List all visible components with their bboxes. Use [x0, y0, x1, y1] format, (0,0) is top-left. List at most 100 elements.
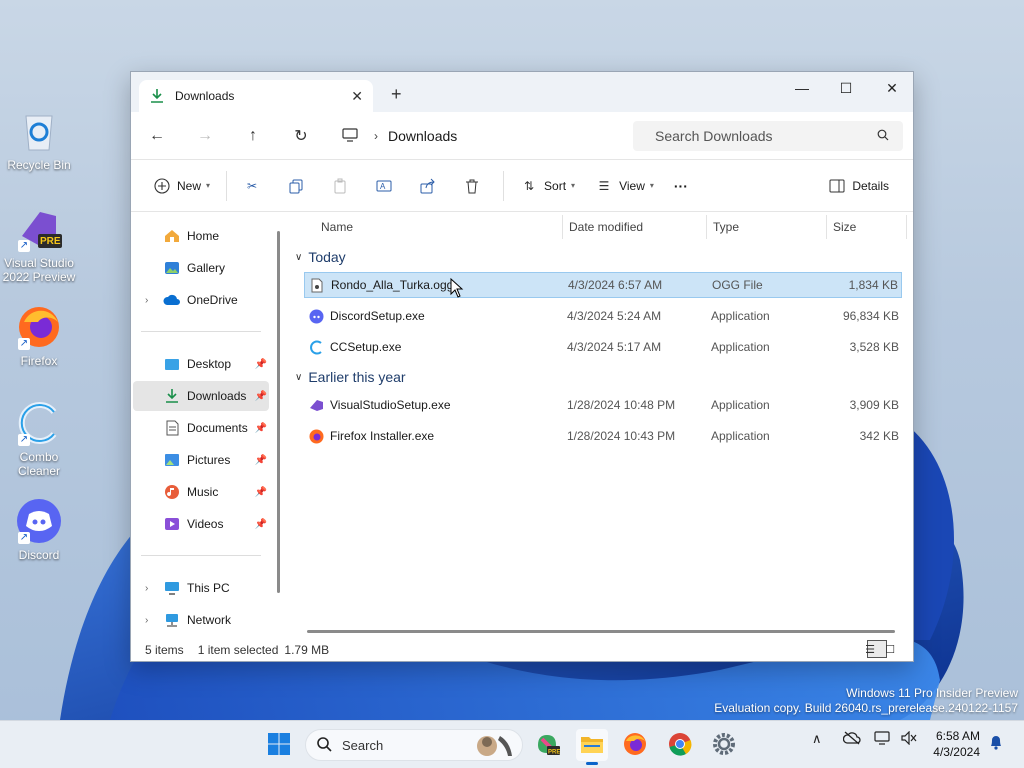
- delete-button[interactable]: [453, 170, 497, 202]
- folder-icon: [580, 734, 604, 757]
- nav-item-this-pc[interactable]: › This PC: [133, 573, 269, 603]
- share-button[interactable]: [409, 170, 453, 202]
- combo-cleaner-icon: ↗: [16, 400, 62, 446]
- file-date: 4/3/2024 5:24 AM: [567, 309, 662, 323]
- pin-icon[interactable]: 📌: [255, 519, 267, 530]
- tab-close-button[interactable]: ✕: [351, 88, 363, 105]
- pin-icon[interactable]: 📌: [255, 487, 267, 498]
- volume-muted-icon[interactable]: [901, 730, 917, 748]
- desktop-icon-discord[interactable]: ↗ Discord: [1, 498, 77, 562]
- pin-icon[interactable]: 📌: [255, 359, 267, 370]
- view-button-label: View: [619, 178, 645, 193]
- nav-item-label: Home: [187, 229, 220, 243]
- nav-item-downloads[interactable]: Downloads 📌: [133, 381, 269, 411]
- navigation-pane: Home Gallery › OneDrive Desktop 📌 Downlo…: [131, 213, 283, 639]
- paste-button[interactable]: [321, 170, 365, 202]
- taskbar-settings[interactable]: [708, 729, 740, 761]
- table-row[interactable]: CCSetup.exe 4/3/2024 5:17 AM Application…: [304, 334, 902, 360]
- column-divider[interactable]: [706, 215, 707, 239]
- file-date: 1/28/2024 10:43 PM: [567, 429, 676, 443]
- column-divider[interactable]: [826, 215, 827, 239]
- column-header-date-modified[interactable]: Date modified: [569, 220, 643, 234]
- taskbar-search[interactable]: Search: [305, 729, 523, 761]
- status-bar: 5 items 1 item selected 1.79 MB ☰ ☐: [131, 639, 913, 661]
- tiles-view-button[interactable]: ☐: [885, 640, 907, 658]
- maximize-button[interactable]: ☐: [823, 72, 869, 104]
- file-name: Rondo_Alla_Turka.ogg: [331, 278, 454, 292]
- nav-item-desktop[interactable]: Desktop 📌: [133, 349, 269, 379]
- horizontal-scrollbar[interactable]: [307, 630, 895, 633]
- pre-badge: PRE: [40, 236, 61, 247]
- nav-item-label: Pictures: [187, 453, 231, 467]
- copy-button[interactable]: [277, 170, 321, 202]
- group-header-today[interactable]: ∨ Today: [295, 249, 346, 265]
- taskbar-copilot-preview[interactable]: PRE: [531, 729, 563, 761]
- details-button[interactable]: Details: [818, 170, 899, 202]
- table-row[interactable]: Rondo_Alla_Turka.ogg 4/3/2024 6:57 AM OG…: [304, 272, 902, 298]
- details-view-button[interactable]: ☰: [865, 640, 887, 658]
- column-header-size[interactable]: Size: [833, 220, 856, 234]
- share-icon: [419, 177, 437, 195]
- breadcrumb-item-downloads[interactable]: Downloads: [388, 128, 457, 144]
- search-icon: [877, 129, 889, 144]
- nav-item-network[interactable]: › Network: [133, 605, 269, 635]
- show-hidden-icons-button[interactable]: ∧: [812, 731, 822, 747]
- start-button[interactable]: [263, 729, 295, 761]
- table-row[interactable]: VisualStudioSetup.exe 1/28/2024 10:48 PM…: [304, 392, 902, 418]
- refresh-button[interactable]: ↻: [283, 120, 319, 152]
- copy-icon: [287, 177, 305, 195]
- group-header-earlier-this-year[interactable]: ∨ Earlier this year: [295, 369, 406, 385]
- taskbar-firefox[interactable]: [619, 729, 651, 761]
- nav-scrollbar[interactable]: [277, 231, 280, 593]
- pin-icon[interactable]: 📌: [255, 391, 267, 402]
- rename-button[interactable]: A: [365, 170, 409, 202]
- forward-button[interactable]: →: [187, 120, 223, 152]
- nav-item-music[interactable]: Music 📌: [133, 477, 269, 507]
- taskbar-file-explorer[interactable]: [576, 729, 608, 765]
- close-button[interactable]: ✕: [869, 72, 915, 104]
- more-options-button[interactable]: ···: [664, 170, 698, 202]
- sort-button[interactable]: ⇅ Sort ▾: [510, 170, 585, 202]
- column-divider[interactable]: [906, 215, 907, 239]
- column-header-type[interactable]: Type: [713, 220, 739, 234]
- up-button[interactable]: ↑: [235, 120, 271, 152]
- chevron-right-icon: ›: [145, 294, 149, 306]
- desktop-icon-firefox[interactable]: ↗ Firefox: [1, 304, 77, 368]
- desktop-icon-combo-cleaner[interactable]: ↗ Combo Cleaner: [1, 400, 77, 478]
- column-divider[interactable]: [562, 215, 563, 239]
- desktop-icon-visual-studio[interactable]: PRE ↗ Visual Studio 2022 Preview: [1, 206, 77, 284]
- breadcrumb[interactable]: › Downloads: [334, 121, 624, 151]
- cut-button[interactable]: ✂: [233, 170, 277, 202]
- taskbar-chrome[interactable]: [664, 729, 696, 761]
- shortcut-arrow-icon: ↗: [18, 532, 30, 544]
- file-date: 1/28/2024 10:48 PM: [567, 398, 676, 412]
- view-button[interactable]: ☰ View ▾: [585, 170, 664, 202]
- onedrive-offline-icon[interactable]: [842, 731, 861, 748]
- nav-item-pictures[interactable]: Pictures 📌: [133, 445, 269, 475]
- tab-downloads[interactable]: Downloads ✕: [139, 80, 373, 112]
- table-row[interactable]: DiscordSetup.exe 4/3/2024 5:24 AM Applic…: [304, 303, 902, 329]
- new-button[interactable]: New ▾: [143, 170, 220, 202]
- pin-icon[interactable]: 📌: [255, 455, 267, 466]
- nav-item-gallery[interactable]: Gallery: [133, 253, 269, 283]
- system-clock[interactable]: 6:58 AM 4/3/2024: [933, 728, 980, 760]
- nav-item-onedrive[interactable]: › OneDrive: [133, 285, 269, 315]
- desktop-icon-recycle-bin[interactable]: Recycle Bin: [1, 108, 77, 172]
- nav-item-documents[interactable]: Documents 📌: [133, 413, 269, 443]
- file-size: 1,834 KB: [848, 278, 898, 292]
- nav-item-home[interactable]: Home: [133, 221, 269, 251]
- file-name: DiscordSetup.exe: [330, 309, 425, 323]
- back-button[interactable]: ←: [139, 120, 175, 152]
- notification-bell-icon[interactable]: [989, 734, 1003, 753]
- table-row[interactable]: Firefox Installer.exe 1/28/2024 10:43 PM…: [304, 423, 902, 449]
- pin-icon[interactable]: 📌: [255, 423, 267, 434]
- music-icon: [163, 484, 181, 500]
- back-arrow-icon: ←: [149, 126, 165, 144]
- new-tab-button[interactable]: +: [391, 84, 402, 105]
- nav-item-videos[interactable]: Videos 📌: [133, 509, 269, 539]
- search-input[interactable]: Search Downloads: [655, 128, 877, 144]
- column-header-name[interactable]: Name: [321, 220, 353, 234]
- minimize-button[interactable]: —: [779, 72, 825, 104]
- network-status-icon[interactable]: [874, 731, 892, 748]
- search-box[interactable]: Search Downloads: [633, 121, 903, 151]
